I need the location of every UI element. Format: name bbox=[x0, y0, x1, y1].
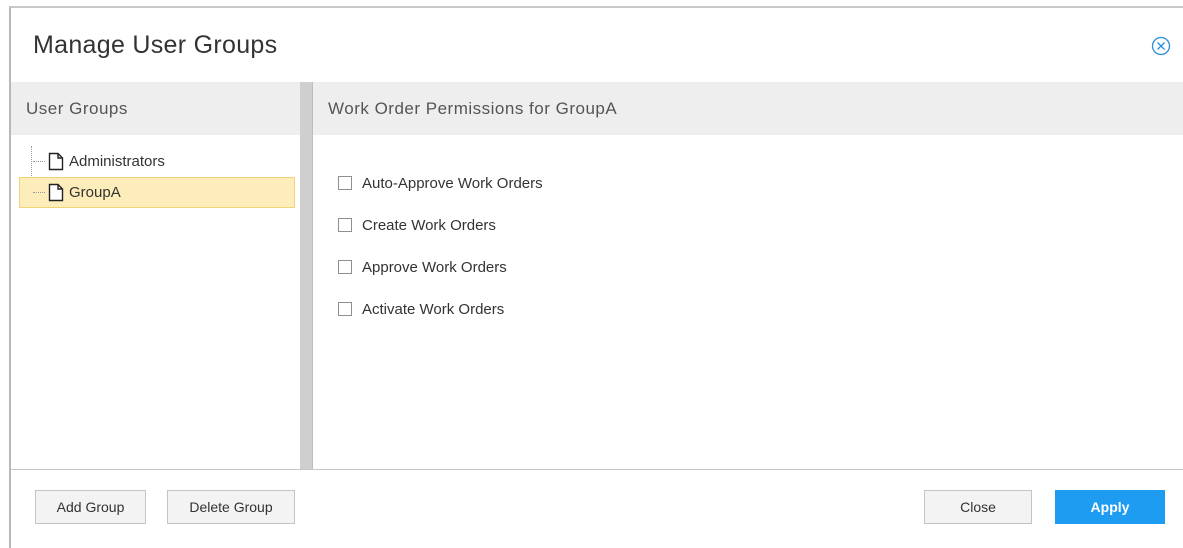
close-button[interactable]: Close bbox=[924, 490, 1032, 524]
permission-auto-approve[interactable]: Auto-Approve Work Orders bbox=[338, 162, 543, 204]
user-groups-panel: User Groups Administrators GroupA bbox=[11, 82, 300, 469]
dialog-title: Manage User Groups bbox=[33, 31, 278, 59]
permissions-list: Auto-Approve Work Orders Create Work Ord… bbox=[338, 162, 543, 330]
permission-label: Activate Work Orders bbox=[362, 300, 505, 318]
panel-splitter[interactable] bbox=[300, 82, 312, 469]
document-icon bbox=[48, 152, 64, 171]
permission-create[interactable]: Create Work Orders bbox=[338, 204, 543, 246]
approve-checkbox[interactable] bbox=[338, 260, 352, 274]
close-circle-icon[interactable] bbox=[1151, 36, 1171, 56]
panels-container: User Groups Administrators GroupA Work O… bbox=[11, 82, 1183, 470]
permissions-header: Work Order Permissions for GroupA bbox=[313, 82, 1183, 135]
permission-label: Create Work Orders bbox=[362, 216, 496, 234]
permission-approve[interactable]: Approve Work Orders bbox=[338, 246, 543, 288]
permissions-panel: Work Order Permissions for GroupA Auto-A… bbox=[312, 82, 1183, 469]
delete-group-button[interactable]: Delete Group bbox=[167, 490, 295, 524]
user-groups-header: User Groups bbox=[11, 82, 300, 135]
permission-label: Approve Work Orders bbox=[362, 258, 507, 276]
manage-user-groups-dialog: Manage User Groups User Groups Administr… bbox=[9, 6, 1183, 548]
permission-activate[interactable]: Activate Work Orders bbox=[338, 288, 543, 330]
apply-button[interactable]: Apply bbox=[1055, 490, 1165, 524]
user-groups-tree: Administrators GroupA bbox=[19, 146, 295, 208]
activate-checkbox[interactable] bbox=[338, 302, 352, 316]
tree-branch-line bbox=[33, 192, 45, 193]
create-checkbox[interactable] bbox=[338, 218, 352, 232]
tree-item-label: GroupA bbox=[69, 184, 121, 201]
tree-item-administrators[interactable]: Administrators bbox=[19, 146, 295, 177]
permission-label: Auto-Approve Work Orders bbox=[362, 174, 543, 192]
tree-item-label: Administrators bbox=[69, 153, 165, 170]
add-group-button[interactable]: Add Group bbox=[35, 490, 146, 524]
dialog-title-bar: Manage User Groups bbox=[11, 8, 1183, 88]
tree-branch-line bbox=[33, 161, 45, 162]
document-icon bbox=[48, 183, 64, 202]
auto-approve-checkbox[interactable] bbox=[338, 176, 352, 190]
tree-item-groupa[interactable]: GroupA bbox=[19, 177, 295, 208]
